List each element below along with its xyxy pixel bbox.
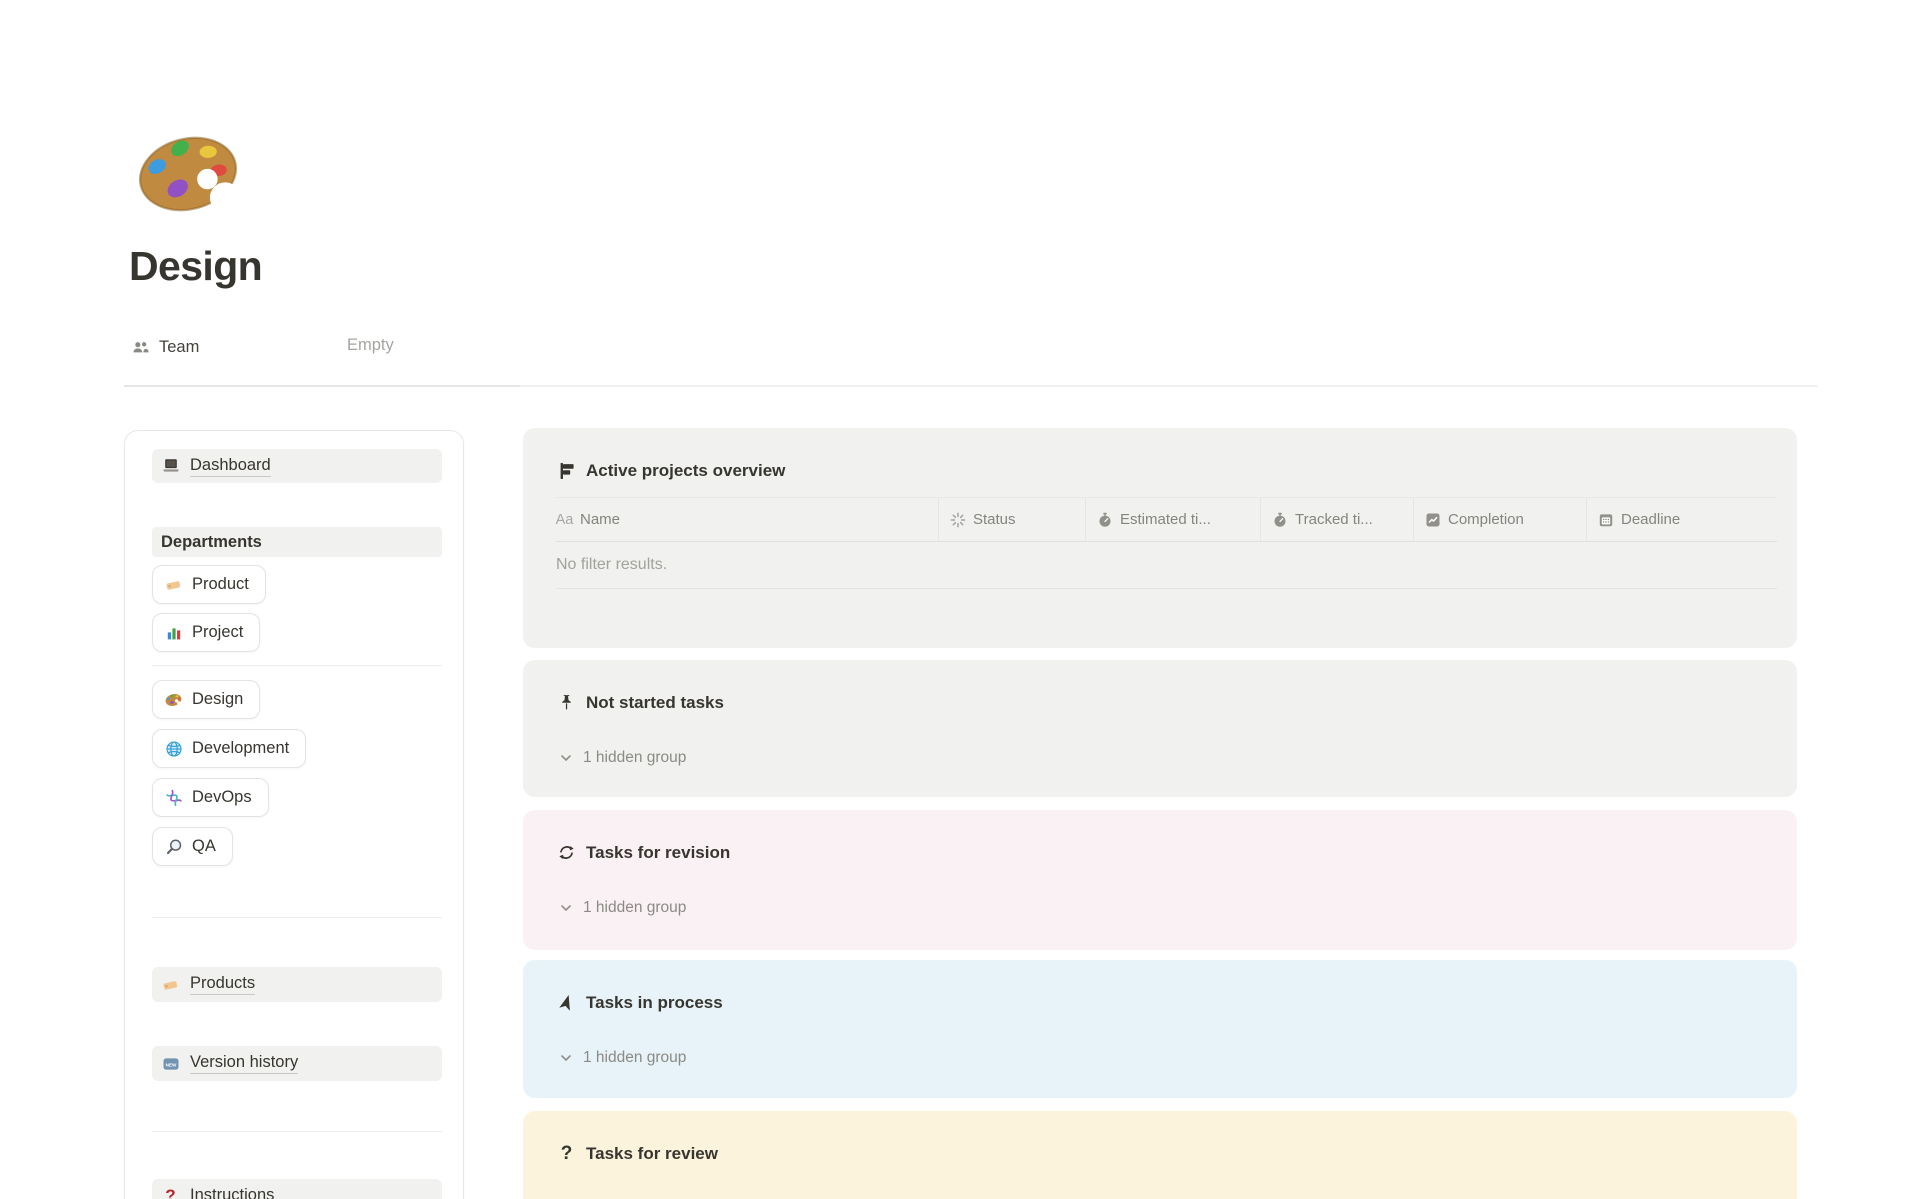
section-tasks-for-review: ? Tasks for review: [523, 1111, 1797, 1199]
column-label: Completion: [1448, 511, 1524, 528]
flag-bars-icon: [556, 460, 577, 481]
column-label: Deadline: [1621, 511, 1681, 528]
sidebar-header-departments[interactable]: Departments: [152, 527, 442, 557]
dna-icon: [164, 788, 183, 807]
section-title: Tasks in process: [586, 992, 723, 1012]
hidden-group-toggle[interactable]: 1 hidden group: [556, 898, 686, 917]
chevron-down-icon: [556, 898, 575, 917]
chevron-down-icon: [556, 1048, 575, 1067]
bar-chart-icon: [164, 623, 183, 642]
sidebar-button-label: DevOps: [192, 788, 252, 806]
repeat-icon: [556, 842, 577, 863]
chevron-down-icon: [556, 748, 575, 767]
sidebar-item-version-history[interactable]: NEW Version history: [152, 1046, 442, 1081]
sidebar-button-qa[interactable]: QA: [152, 827, 233, 866]
main-content: Active projects overview Aa Name Status …: [523, 428, 1797, 1199]
hidden-group-toggle[interactable]: 1 hidden group: [556, 748, 686, 767]
magnifier-icon: [164, 837, 183, 856]
sidebar-button-devops[interactable]: DevOps: [152, 778, 269, 817]
column-header-tracked-time[interactable]: Tracked ti...: [1261, 498, 1414, 541]
property-team-value[interactable]: Empty: [347, 336, 394, 355]
page-icon-palette[interactable]: [126, 126, 250, 222]
sidebar-item-label: Dashboard: [190, 456, 271, 477]
column-header-name[interactable]: Aa Name: [556, 498, 939, 541]
empty-results-text: No filter results.: [556, 556, 668, 573]
page-title[interactable]: Design: [129, 243, 263, 290]
sidebar-divider: [152, 665, 442, 666]
sidebar-button-label: Project: [192, 623, 244, 641]
table-empty-row: No filter results.: [556, 542, 1777, 589]
sidebar-card: Dashboard Departments Product Project De…: [124, 430, 464, 1199]
people-icon: [131, 338, 150, 357]
hidden-group-label: 1 hidden group: [583, 898, 687, 916]
sidebar-button-label: Development: [192, 739, 290, 757]
sidebar-item-label: Version history: [190, 1053, 299, 1074]
sidebar-button-development[interactable]: Development: [152, 729, 307, 768]
section-active-projects: Active projects overview Aa Name Status …: [523, 428, 1797, 648]
sidebar-button-project[interactable]: Project: [152, 613, 261, 652]
section-toggle-revision[interactable]: Tasks for revision: [556, 810, 730, 863]
column-header-estimated-time[interactable]: Estimated ti...: [1086, 498, 1261, 541]
header-divider-segment: [124, 385, 520, 387]
sidebar-button-product[interactable]: Product: [152, 565, 266, 604]
stopwatch-icon: [1096, 511, 1113, 528]
sidebar-item-label: Products: [190, 974, 256, 995]
section-tasks-for-revision: Tasks for revision 1 hidden group: [523, 810, 1797, 950]
table-header-row: Aa Name Status Estimated ti... Tracked t…: [556, 498, 1777, 542]
sidebar-button-design[interactable]: Design: [152, 680, 261, 719]
palette-icon: [138, 136, 241, 214]
text-icon: Aa: [555, 511, 574, 528]
line-chart-icon: [1424, 511, 1441, 528]
section-not-started-tasks: Not started tasks 1 hidden group: [523, 660, 1797, 797]
globe-icon: [164, 739, 183, 758]
notion-page: Design Team Empty Dashboard Departments …: [0, 0, 1920, 1199]
sidebar-divider: [152, 917, 442, 918]
column-header-completion[interactable]: Completion: [1414, 498, 1587, 541]
stopwatch-icon: [1271, 511, 1288, 528]
property-team[interactable]: Team: [131, 332, 199, 362]
hidden-group-toggle[interactable]: 1 hidden group: [556, 1048, 686, 1067]
hidden-group-label: 1 hidden group: [583, 748, 687, 766]
section-toggle-for-review[interactable]: ? Tasks for review: [556, 1111, 718, 1164]
tag-icon: [164, 575, 183, 594]
column-label: Status: [973, 511, 1016, 528]
projects-table: Aa Name Status Estimated ti... Tracked t…: [556, 497, 1777, 589]
sidebar-item-instructions[interactable]: ? Instructions: [152, 1179, 442, 1199]
column-label: Name: [580, 511, 621, 528]
pin-icon: [556, 692, 577, 713]
hidden-group-label: 1 hidden group: [583, 1048, 687, 1066]
section-title: Active projects overview: [586, 460, 786, 480]
column-label: Estimated ti...: [1120, 511, 1211, 528]
section-title: Not started tasks: [586, 692, 724, 712]
section-title: Tasks for revision: [586, 842, 731, 862]
red-question-icon: ?: [165, 1186, 176, 1199]
laptop-icon: [161, 457, 180, 476]
property-team-label: Team: [159, 337, 200, 356]
sidebar-button-label: Product: [192, 575, 249, 593]
sidebar-item-products[interactable]: Products: [152, 967, 442, 1002]
navigation-icon: [556, 992, 577, 1013]
section-title: Tasks for review: [586, 1143, 718, 1163]
svg-text:NEW: NEW: [165, 1062, 176, 1067]
section-tasks-in-process: Tasks in process 1 hidden group: [523, 960, 1797, 1098]
palette-icon: [164, 690, 183, 709]
calendar-icon: [1597, 511, 1614, 528]
sidebar-divider: [152, 1131, 442, 1132]
section-toggle-active-projects[interactable]: Active projects overview: [556, 428, 785, 481]
sidebar-button-label: QA: [192, 837, 216, 855]
new-badge-icon: NEW: [161, 1054, 180, 1073]
sidebar-header-label: Departments: [161, 532, 262, 551]
column-label: Tracked ti...: [1295, 511, 1373, 528]
question-icon: ?: [560, 1142, 573, 1164]
column-header-status[interactable]: Status: [939, 498, 1086, 541]
tag-icon: [161, 975, 180, 994]
sidebar-item-label: Instructions: [190, 1186, 274, 1199]
section-toggle-not-started[interactable]: Not started tasks: [556, 660, 724, 713]
section-toggle-in-process[interactable]: Tasks in process: [556, 960, 723, 1013]
sidebar-item-dashboard[interactable]: Dashboard: [152, 449, 442, 483]
column-header-deadline[interactable]: Deadline: [1587, 498, 1777, 541]
sidebar-button-label: Design: [192, 690, 244, 708]
spinner-icon: [949, 511, 966, 528]
